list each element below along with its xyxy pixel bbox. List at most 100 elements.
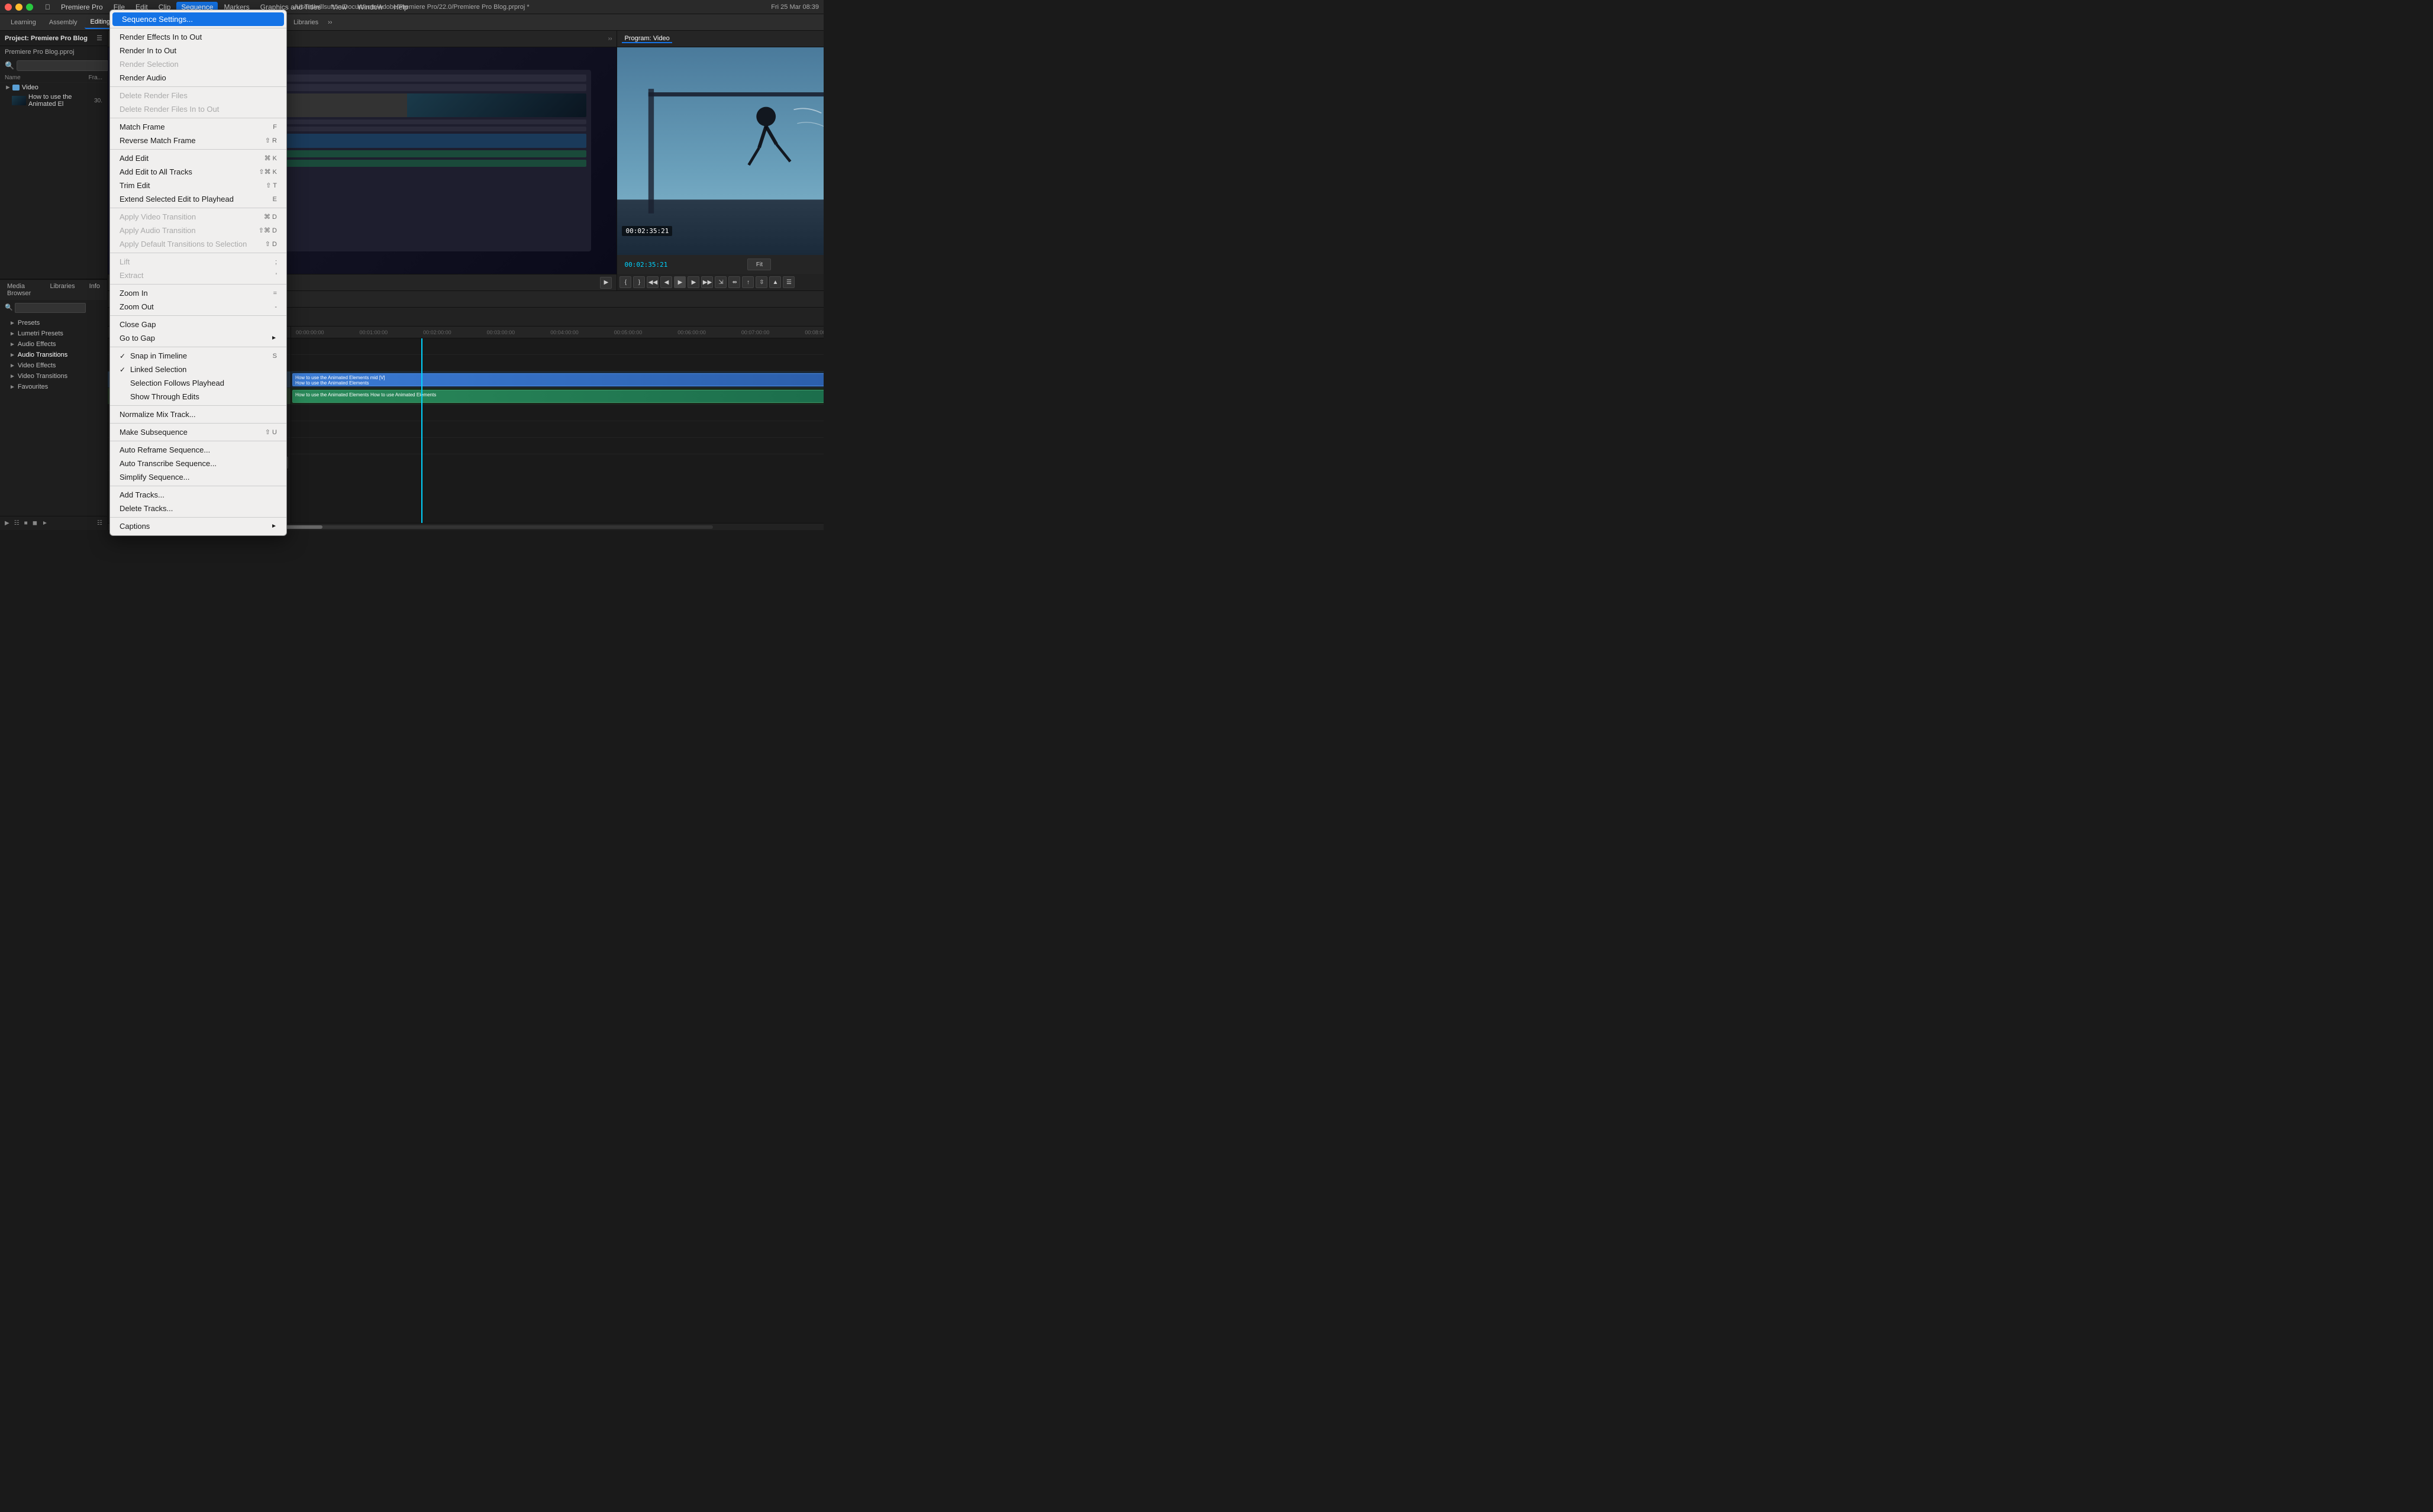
menu-item-extend-edit[interactable]: Extend Selected Edit to Playhead E (110, 192, 286, 206)
menu-item-label: Add Tracks... (120, 490, 164, 499)
menu-item-close-gap[interactable]: Close Gap (110, 318, 286, 331)
menu-item-sequence-settings[interactable]: Sequence Settings... (112, 12, 284, 26)
menu-item-simplify-sequence[interactable]: Simplify Sequence... (110, 470, 286, 484)
btn-overwrite[interactable]: ⇴ (728, 276, 740, 288)
effects-item-lumetri[interactable]: ► Lumetri Presets (0, 328, 107, 339)
menu-item-delete-tracks[interactable]: Delete Tracks... (110, 502, 286, 515)
ruler-1: 00:01:00:00 (360, 329, 388, 335)
btn-step-back[interactable]: ◀ (660, 276, 672, 288)
menu-item-apply-audio-transition: Apply Audio Transition ⇧⌘ D (110, 224, 286, 237)
menu-item-label: Trim Edit (120, 181, 150, 190)
btn-next-edit[interactable]: ▶▶ (701, 276, 713, 288)
btn-snap[interactable]: ▲ (769, 276, 781, 288)
menu-item-reverse-match-frame[interactable]: Reverse Match Frame ⇧ R (110, 134, 286, 147)
menu-item-captions[interactable]: Captions ► (110, 519, 286, 533)
menu-item-zoom-out[interactable]: Zoom Out - (110, 300, 286, 314)
shortcut-apply-audio: ⇧⌘ D (259, 227, 277, 234)
btn-mark-in[interactable]: { (619, 276, 631, 288)
effects-search-input[interactable] (15, 303, 86, 313)
effects-item-audio-effects[interactable]: ► Audio Effects (0, 339, 107, 350)
menu-item-render-effects[interactable]: Render Effects In to Out (110, 30, 286, 44)
project-search-input[interactable] (17, 60, 109, 71)
menu-apple[interactable]:  (40, 2, 55, 12)
tab-libraries[interactable]: Libraries (288, 17, 324, 28)
tool-list[interactable]: ☷ (14, 520, 20, 526)
btn-step-fwd[interactable]: ▶ (688, 276, 699, 288)
menu-item-label: Normalize Mix Track... (120, 410, 196, 419)
file-tree: ► Video How to use the Animated El 30. (0, 83, 107, 279)
btn-play-program[interactable]: ▶ (674, 276, 686, 288)
shortcut-add-edit: ⌘ K (264, 154, 277, 162)
menu-item-add-tracks[interactable]: Add Tracks... (110, 488, 286, 502)
menu-item-go-to-gap[interactable]: Go to Gap ► (110, 331, 286, 345)
menu-item-snap-in-timeline[interactable]: ✓ Snap in Timeline S (110, 349, 286, 363)
menu-item-match-frame[interactable]: Match Frame F (110, 120, 286, 134)
btn-camera[interactable]: ☰ (783, 276, 795, 288)
file-item-video-folder[interactable]: ► Video (0, 83, 107, 92)
arrow-icon: ► (9, 341, 15, 348)
tab-info[interactable]: Info (82, 281, 107, 299)
menu-item-normalize-mix[interactable]: Normalize Mix Track... (110, 408, 286, 421)
menu-item-label: Add Edit (120, 154, 149, 163)
program-video: 00:02:35:21 00:18:11:19 (617, 47, 824, 255)
effects-item-favourites[interactable]: ► Favourites (0, 382, 107, 392)
btn-extract[interactable]: ⇳ (756, 276, 767, 288)
shortcut-make-subseq: ⇧ U (265, 428, 277, 436)
menu-item-auto-transcribe[interactable]: Auto Transcribe Sequence... (110, 457, 286, 470)
tool-more[interactable]: ☷ (97, 520, 102, 526)
tab-learning[interactable]: Learning (5, 17, 42, 28)
maximize-button[interactable] (26, 4, 33, 11)
clips-row-a2 (291, 405, 824, 421)
clip-v1-main[interactable]: How to use the Animated Elements mid [V]… (292, 373, 824, 386)
effects-item-presets[interactable]: ► Presets (0, 318, 107, 328)
close-button[interactable] (5, 4, 12, 11)
menu-premiere-pro[interactable]: Premiere Pro (56, 2, 108, 12)
menu-item-make-subsequence[interactable]: Make Subsequence ⇧ U (110, 425, 286, 439)
btn-insert[interactable]: ⇲ (715, 276, 727, 288)
file-item-clip[interactable]: How to use the Animated El 30. (0, 92, 107, 109)
tab-assembly[interactable]: Assembly (43, 17, 83, 28)
tool-settings[interactable]: ◼ (33, 520, 37, 526)
menu-item-selection-follows-playhead[interactable]: ✓ Selection Follows Playhead (110, 376, 286, 390)
program-transport-controls: { } ◀◀ ◀ ▶ ▶ ▶▶ ⇲ ⇴ ↑ ⇳ ▲ ☰ + (617, 274, 824, 290)
panel-tabs-bar: Media Browser Libraries Info (0, 279, 107, 300)
menu-item-linked-selection[interactable]: ✓ Linked Selection (110, 363, 286, 376)
tool-selection[interactable]: ▶ (5, 520, 9, 526)
ruler-0: 00:00:00:00 (296, 329, 324, 335)
btn-lift[interactable]: ↑ (742, 276, 754, 288)
panel-header-more[interactable]: ›› (608, 35, 612, 42)
fit-dropdown[interactable]: Fit (747, 259, 771, 270)
effects-item-video-effects[interactable]: ► Video Effects (0, 360, 107, 371)
menu-item-auto-reframe[interactable]: Auto Reframe Sequence... (110, 443, 286, 457)
divider-10 (110, 405, 286, 406)
menu-item-add-edit-all[interactable]: Add Edit to All Tracks ⇧⌘ K (110, 165, 286, 179)
menu-item-label: Extract (120, 271, 143, 280)
effects-item-video-transitions[interactable]: ► Video Transitions (0, 371, 107, 382)
shortcut-lift: ; (275, 259, 277, 266)
window-controls[interactable] (5, 4, 33, 11)
menu-item-zoom-in[interactable]: Zoom In = (110, 286, 286, 300)
effects-label: Video Effects (18, 362, 56, 369)
tool-grid[interactable]: ■ (24, 520, 28, 526)
workspace-more-button[interactable]: ›› (328, 19, 332, 26)
effects-item-audio-transitions[interactable]: ► Audio Transitions (0, 350, 107, 360)
minimize-button[interactable] (15, 4, 22, 11)
menu-item-add-edit[interactable]: Add Edit ⌘ K (110, 151, 286, 165)
fit-label: Fit (756, 261, 763, 268)
captions-submenu-arrow-icon: ► (271, 523, 277, 529)
menu-item-trim-edit[interactable]: Trim Edit ⇧ T (110, 179, 286, 192)
source-play-btn[interactable]: ▶ (600, 277, 612, 289)
menu-item-render-audio[interactable]: Render Audio (110, 71, 286, 85)
menu-item-render-in-out[interactable]: Render In to Out (110, 44, 286, 57)
tab-libraries[interactable]: Libraries (43, 281, 82, 299)
btn-prev-edit[interactable]: ◀◀ (647, 276, 659, 288)
tab-media-browser[interactable]: Media Browser (0, 281, 43, 299)
tool-volume[interactable]: ► (42, 520, 48, 526)
menu-item-show-through-edits[interactable]: ✓ Show Through Edits (110, 390, 286, 403)
search-icon: 🔍 (5, 61, 14, 70)
clip-a1-main[interactable]: How to use the Animated Elements How to … (292, 390, 824, 403)
ruler-7: 00:07:00:00 (741, 329, 770, 335)
btn-mark-out[interactable]: } (633, 276, 645, 288)
project-menu-icon[interactable]: ☰ (96, 34, 102, 42)
divider-2 (110, 86, 286, 87)
